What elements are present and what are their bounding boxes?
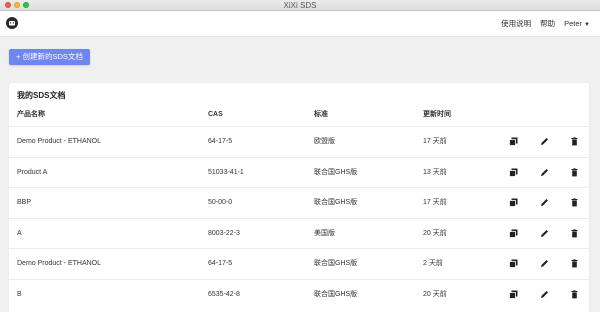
cell-updated: 20 天前 <box>423 290 447 298</box>
nav-link-help[interactable]: 帮助 <box>540 19 555 30</box>
column-header-cas: CAS <box>208 111 223 118</box>
delete-icon[interactable] <box>570 167 579 177</box>
copy-icon[interactable] <box>509 229 518 238</box>
delete-icon[interactable] <box>570 228 579 238</box>
table-row[interactable]: Product A 51033-41-1 联合国GHS版 13 天前 <box>9 156 589 188</box>
app-logo-icon[interactable] <box>6 17 18 29</box>
copy-icon[interactable] <box>509 168 518 177</box>
table-row[interactable]: BBP 50-00-0 联合国GHS版 17 天前 <box>9 187 589 218</box>
cell-product-name: Product A <box>17 168 48 176</box>
delete-icon[interactable] <box>570 289 579 299</box>
nav-link-instructions[interactable]: 使用说明 <box>501 19 531 30</box>
top-navbar: 使用说明 帮助 Peter ▼ <box>0 11 600 37</box>
copy-icon[interactable] <box>509 290 518 299</box>
cell-standard: 欧盟版 <box>314 138 335 145</box>
edit-icon[interactable] <box>540 168 549 177</box>
cell-product-name: B <box>17 290 22 298</box>
table-body: Demo Product - ETHANOL 64-17-5 欧盟版 17 天前… <box>9 126 589 309</box>
table-row[interactable]: A 8003-22-3 美国版 20 天前 <box>9 217 589 249</box>
table-row[interactable]: Demo Product - ETHANOL 64-17-5 联合国GHS版 2… <box>9 248 589 279</box>
card-title: 我的SDS文档 <box>17 91 66 100</box>
cell-cas: 64-17-5 <box>208 138 233 145</box>
copy-icon[interactable] <box>509 198 518 207</box>
table-row[interactable]: Demo Product - ETHANOL 64-17-5 欧盟版 17 天前 <box>9 126 589 157</box>
table-header: 产品名称 CAS 标准 更新时间 <box>9 110 589 124</box>
create-sds-button[interactable]: + 创建新的SDS文档 <box>9 49 90 65</box>
sds-list-card: 我的SDS文档 产品名称 CAS 标准 更新时间 Demo Product - … <box>9 83 589 312</box>
cell-product-name: Demo Product - ETHANOL <box>17 260 102 267</box>
column-header-updated: 更新时间 <box>423 111 451 118</box>
cell-standard: 联合国GHS版 <box>314 290 358 298</box>
edit-icon[interactable] <box>540 259 549 268</box>
delete-icon[interactable] <box>570 137 579 146</box>
cell-updated: 20 天前 <box>423 229 447 237</box>
edit-icon[interactable] <box>540 137 549 146</box>
cell-standard: 联合国GHS版 <box>314 168 358 176</box>
user-menu[interactable]: Peter ▼ <box>564 19 590 30</box>
cell-cas: 64-17-5 <box>208 260 233 267</box>
cell-standard: 联合国GHS版 <box>314 260 358 267</box>
cell-cas: 50-00-0 <box>208 199 233 206</box>
cell-cas: 8003-22-3 <box>208 229 240 237</box>
copy-icon[interactable] <box>509 259 518 268</box>
window-title: XiXi SDS <box>283 1 317 10</box>
cell-updated: 17 天前 <box>423 199 447 206</box>
edit-icon[interactable] <box>540 198 549 207</box>
cell-cas: 6535-42-8 <box>208 290 240 298</box>
cell-standard: 美国版 <box>314 229 335 237</box>
delete-icon[interactable] <box>570 259 579 268</box>
column-header-standard: 标准 <box>314 111 328 118</box>
nav-links: 使用说明 帮助 Peter ▼ <box>501 19 590 30</box>
cell-standard: 联合国GHS版 <box>314 199 358 206</box>
cell-cas: 51033-41-1 <box>208 168 244 176</box>
cell-product-name: Demo Product - ETHANOL <box>17 138 102 145</box>
cell-product-name: A <box>17 229 22 237</box>
cell-updated: 2 天前 <box>423 260 443 267</box>
caret-down-icon: ▼ <box>584 22 590 28</box>
cell-updated: 13 天前 <box>423 168 447 176</box>
cell-updated: 17 天前 <box>423 138 447 145</box>
delete-icon[interactable] <box>570 198 579 207</box>
table-row[interactable]: B 6535-42-8 联合国GHS版 20 天前 <box>9 278 589 310</box>
window-titlebar: XiXi SDS <box>0 0 600 11</box>
cell-product-name: BBP <box>17 199 32 206</box>
user-name: Peter <box>564 19 583 28</box>
column-header-product-name: 产品名称 <box>17 111 45 118</box>
copy-icon[interactable] <box>509 137 518 146</box>
edit-icon[interactable] <box>540 290 549 299</box>
edit-icon[interactable] <box>540 229 549 238</box>
